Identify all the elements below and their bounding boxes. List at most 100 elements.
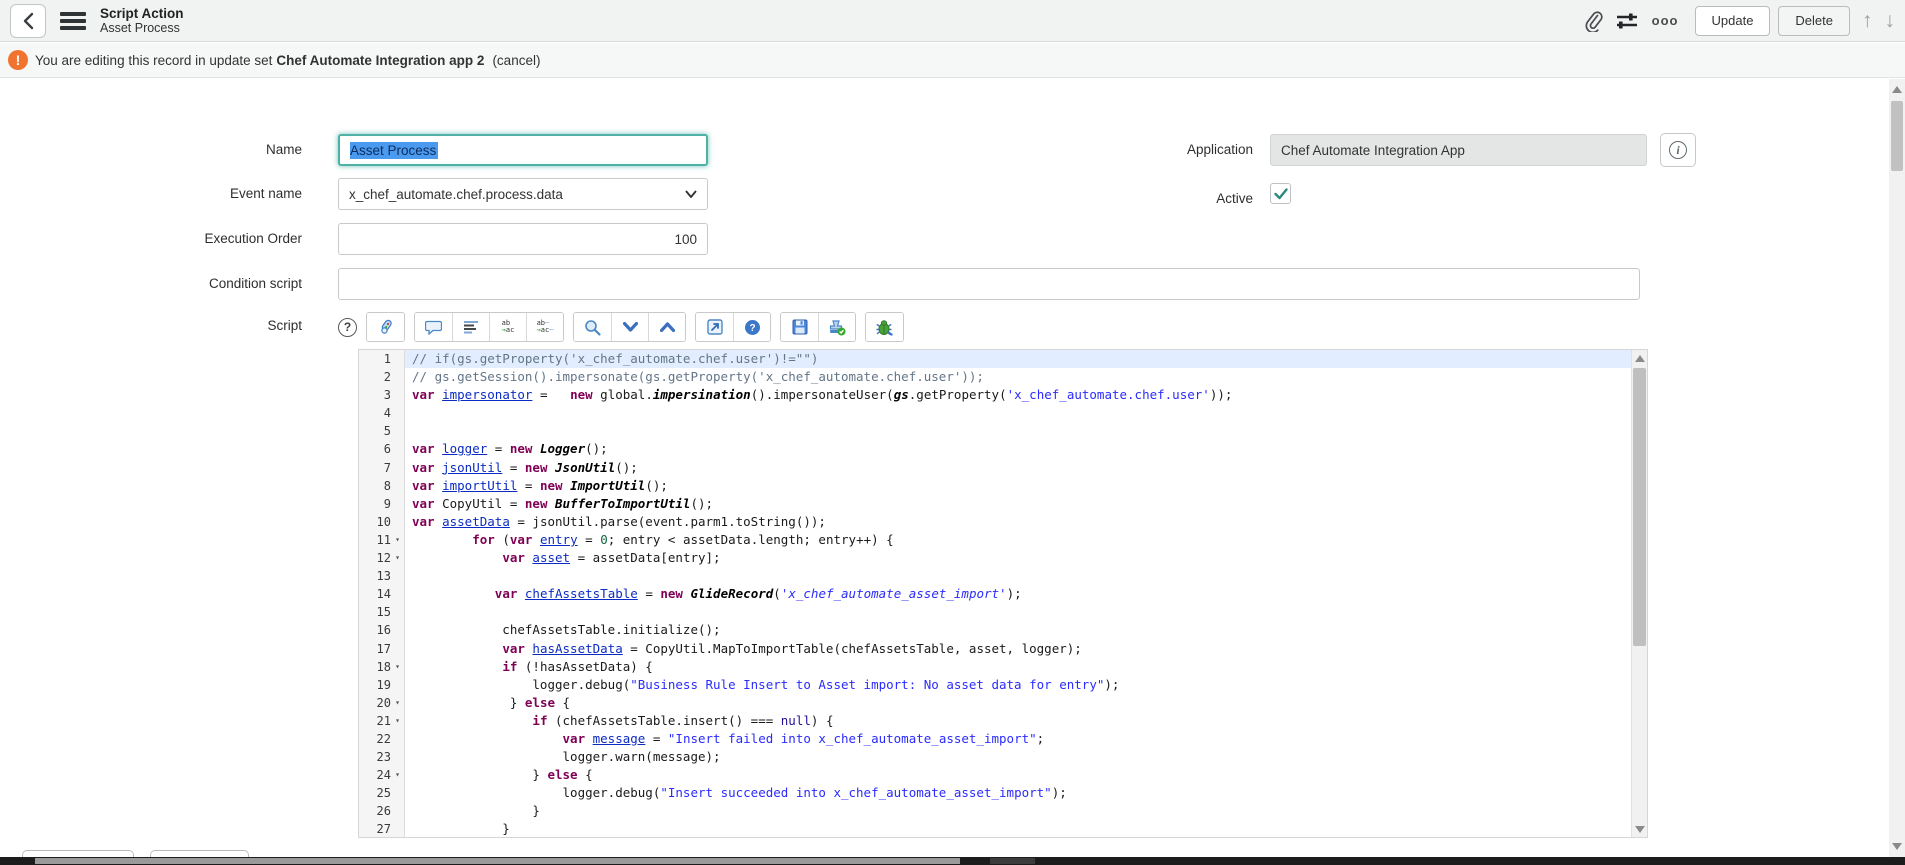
validate-icon[interactable] [818, 313, 855, 341]
script-editor[interactable]: 1// if(gs.getProperty('x_chef_automate.c… [358, 349, 1648, 838]
search-icon[interactable] [574, 313, 611, 341]
line-number-gutter: 6 [359, 440, 405, 458]
fold-arrow-icon[interactable]: ▾ [391, 549, 404, 567]
code-line-8[interactable]: 8var importUtil = new ImportUtil(); [359, 477, 1631, 495]
back-chevron-icon [23, 12, 34, 30]
code-text: } [405, 820, 1631, 837]
code-line-1[interactable]: 1// if(gs.getProperty('x_chef_automate.c… [359, 350, 1631, 368]
code-line-21[interactable]: 21▾ if (chefAssetsTable.insert() === nul… [359, 712, 1631, 730]
code-line-26[interactable]: 26 } [359, 802, 1631, 820]
find-previous-icon[interactable] [648, 313, 685, 341]
code-line-14[interactable]: 14 var chefAssetsTable = new GlideRecord… [359, 585, 1631, 603]
code-line-27[interactable]: 27 } [359, 820, 1631, 837]
page-horizontal-scrollbar[interactable] [0, 857, 1905, 865]
delete-button[interactable]: Delete [1778, 6, 1850, 36]
previous-record-icon[interactable]: ↑ [1862, 10, 1873, 31]
next-record-icon[interactable]: ↓ [1885, 10, 1896, 31]
execution-order-input[interactable]: 100 [338, 223, 708, 255]
editor-scroll-up-icon[interactable] [1632, 350, 1648, 366]
cancel-link[interactable]: (cancel) [492, 53, 540, 68]
line-number-gutter: 20▾ [359, 694, 405, 712]
line-number-gutter: 18▾ [359, 658, 405, 676]
line-number-gutter: 14 [359, 585, 405, 603]
code-line-9[interactable]: 9var CopyUtil = new BufferToImportUtil()… [359, 495, 1631, 513]
code-line-19[interactable]: 19 logger.debug("Business Rule Insert to… [359, 676, 1631, 694]
page-scroll-up-icon[interactable] [1889, 81, 1905, 97]
line-number-gutter: 9 [359, 495, 405, 513]
find-next-icon[interactable] [611, 313, 648, 341]
update-button[interactable]: Update [1695, 6, 1771, 36]
fold-arrow-icon[interactable]: ▾ [391, 766, 404, 784]
update-set-name: Chef Automate Integration app 2 [276, 53, 484, 68]
code-line-12[interactable]: 12▾ var asset = assetData[entry]; [359, 549, 1631, 567]
code-line-13[interactable]: 13 [359, 567, 1631, 585]
comment-icon[interactable] [415, 313, 452, 341]
event-name-select[interactable]: x_chef_automate.chef.process.data [338, 178, 708, 210]
name-label: Name [0, 142, 302, 157]
save-icon[interactable] [781, 313, 818, 341]
toolbar-group-editor [366, 312, 405, 342]
code-text: logger.debug("Insert succeeded into x_ch… [405, 784, 1631, 802]
personalize-sliders-icon[interactable] [1610, 4, 1644, 38]
code-text [405, 422, 1631, 440]
editor-help-icon[interactable]: ? [733, 313, 770, 341]
code-line-17[interactable]: 17 var hasAssetData = CopyUtil.MapToImpo… [359, 640, 1631, 658]
replace-icon[interactable]: ab⇒ac [489, 313, 526, 341]
page-scrollbar-thumb[interactable] [1891, 101, 1903, 171]
line-number-gutter: 15 [359, 603, 405, 621]
code-line-4[interactable]: 4 [359, 404, 1631, 422]
page-horizontal-scrollbar-thumb[interactable] [35, 858, 960, 864]
application-info-button[interactable]: i [1660, 133, 1696, 167]
code-line-18[interactable]: 18▾ if (!hasAssetData) { [359, 658, 1631, 676]
active-checkbox[interactable] [1270, 183, 1291, 204]
back-button[interactable] [10, 4, 46, 38]
condition-script-input[interactable] [338, 268, 1640, 300]
code-line-24[interactable]: 24▾ } else { [359, 766, 1631, 784]
code-text: } else { [405, 766, 1631, 784]
editor-scrollbar[interactable] [1631, 350, 1647, 837]
line-number-gutter: 27 [359, 820, 405, 837]
fold-arrow-icon[interactable]: ▾ [391, 694, 404, 712]
code-line-3[interactable]: 3var impersonator = new global.impersina… [359, 386, 1631, 404]
record-title: Script Action Asset Process [100, 6, 184, 36]
fold-arrow-icon[interactable]: ▾ [391, 712, 404, 730]
format-code-icon[interactable] [452, 313, 489, 341]
replace-all-icon[interactable]: ab─⇒ac─ [526, 313, 563, 341]
line-number-gutter: 2 [359, 368, 405, 386]
application-label: Application [1040, 142, 1253, 157]
script-help-icon[interactable]: ? [338, 318, 357, 337]
code-line-7[interactable]: 7var jsonUtil = new JsonUtil(); [359, 459, 1631, 477]
page-vertical-scrollbar[interactable] [1889, 79, 1905, 858]
code-line-23[interactable]: 23 logger.warn(message); [359, 748, 1631, 766]
open-new-window-icon[interactable] [696, 313, 733, 341]
code-line-16[interactable]: 16 chefAssetsTable.initialize(); [359, 621, 1631, 639]
code-line-15[interactable]: 15 [359, 603, 1631, 621]
code-line-5[interactable]: 5 [359, 422, 1631, 440]
code-text: var hasAssetData = CopyUtil.MapToImportT… [405, 640, 1631, 658]
code-line-10[interactable]: 10var assetData = jsonUtil.parse(event.p… [359, 513, 1631, 531]
name-input[interactable]: Asset Process [338, 134, 708, 166]
code-line-11[interactable]: 11▾ for (var entry = 0; entry < assetDat… [359, 531, 1631, 549]
code-line-25[interactable]: 25 logger.debug("Insert succeeded into x… [359, 784, 1631, 802]
code-line-6[interactable]: 6var logger = new Logger(); [359, 440, 1631, 458]
editor-scroll-down-icon[interactable] [1632, 821, 1648, 837]
code-text: for (var entry = 0; entry < assetData.le… [405, 531, 1631, 549]
line-number-gutter: 25 [359, 784, 405, 802]
hamburger-icon[interactable] [60, 12, 86, 30]
debug-icon[interactable] [866, 313, 903, 341]
syntax-editor-toggle-icon[interactable] [367, 313, 404, 341]
code-text: var importUtil = new ImportUtil(); [405, 477, 1631, 495]
chevron-down-icon [685, 190, 697, 198]
toolbar-group-debug [865, 312, 904, 342]
page-scroll-down-icon[interactable] [1889, 838, 1905, 854]
more-options-icon[interactable]: ooo [1652, 13, 1679, 28]
attachment-paperclip-icon[interactable] [1576, 4, 1610, 38]
code-text: var message = "Insert failed into x_chef… [405, 730, 1631, 748]
code-line-20[interactable]: 20▾ } else { [359, 694, 1631, 712]
code-line-2[interactable]: 2// gs.getSession().impersonate(gs.getPr… [359, 368, 1631, 386]
editor-scrollbar-thumb[interactable] [1633, 368, 1646, 646]
code-line-22[interactable]: 22 var message = "Insert failed into x_c… [359, 730, 1631, 748]
fold-arrow-icon[interactable]: ▾ [391, 531, 404, 549]
code-text: // if(gs.getProperty('x_chef_automate.ch… [405, 350, 1631, 368]
fold-arrow-icon[interactable]: ▾ [391, 658, 404, 676]
